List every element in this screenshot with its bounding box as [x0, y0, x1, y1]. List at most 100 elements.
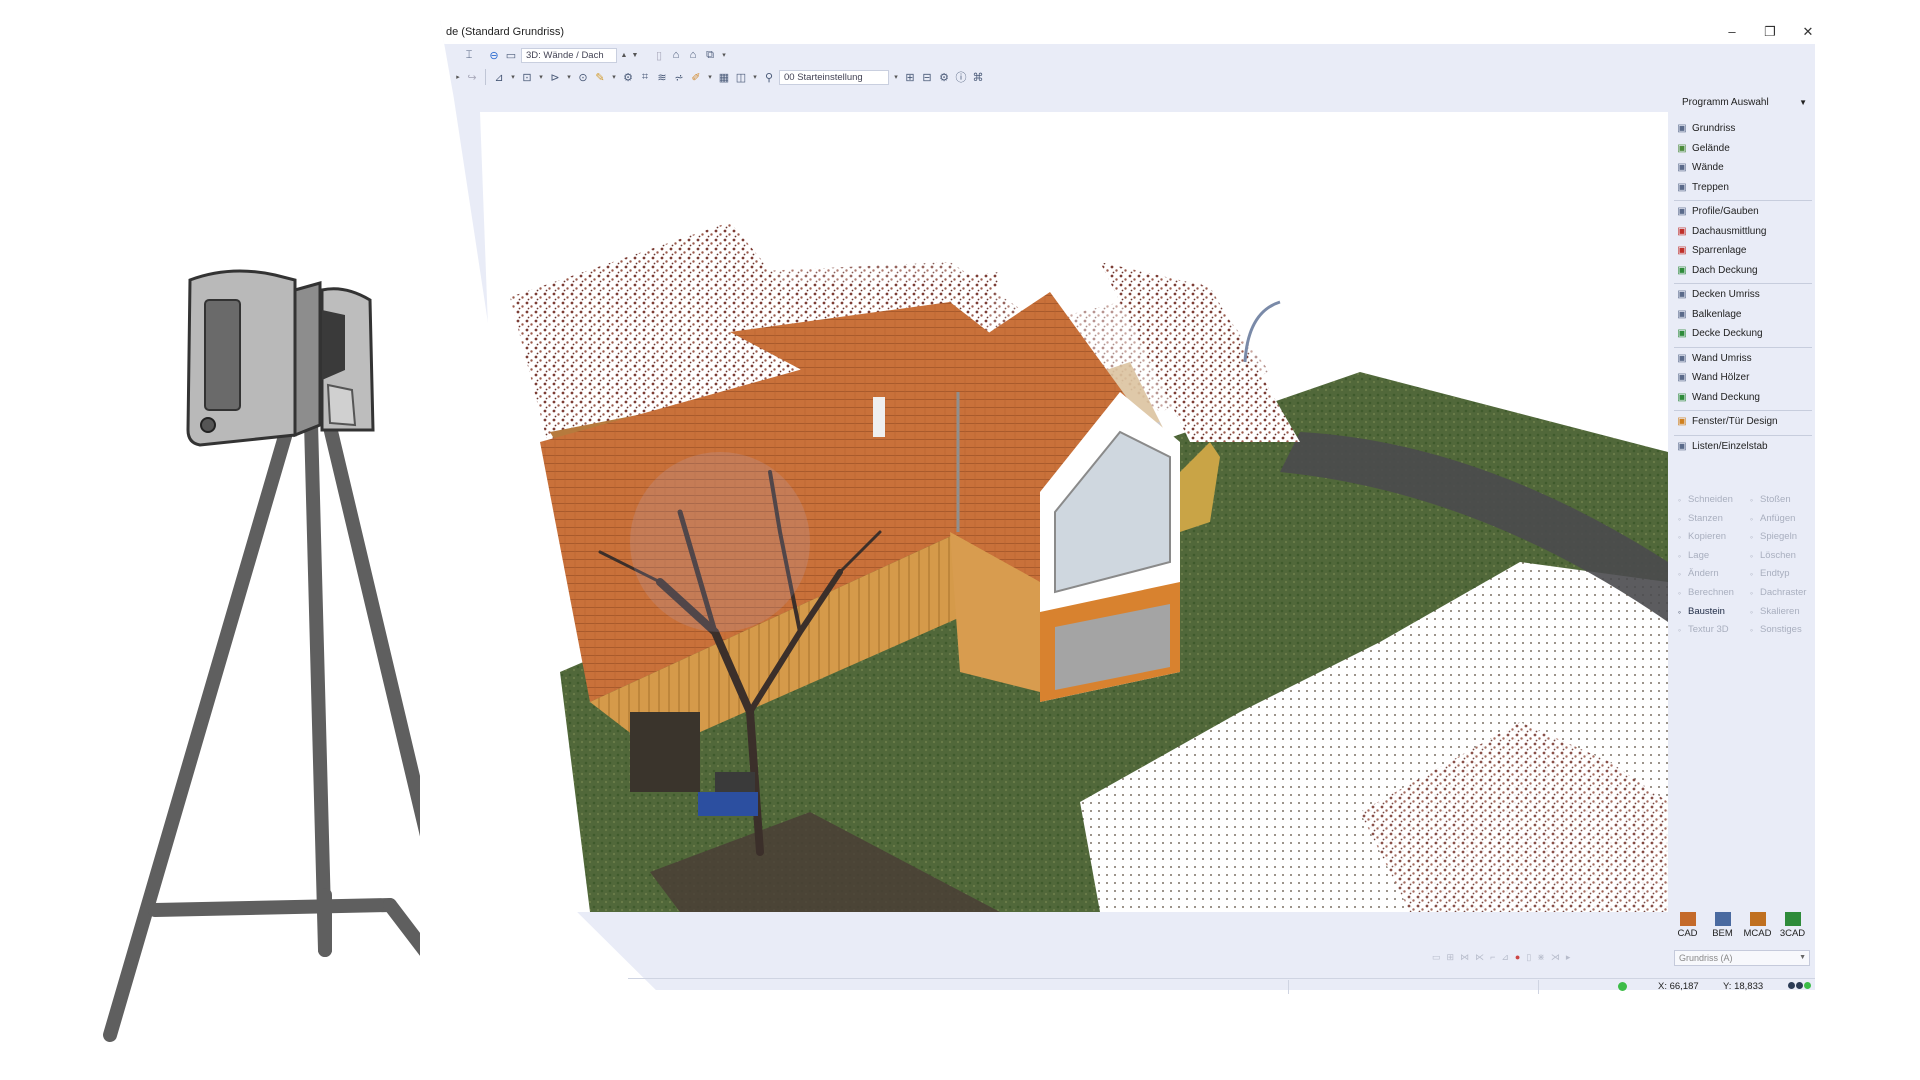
tool-icon[interactable]: ▭ [1432, 952, 1441, 963]
house-icon[interactable]: ⌂ [669, 48, 683, 62]
snap-dropdown-icon[interactable]: ▾ [509, 70, 517, 84]
panel-icon[interactable]: ◫ [734, 70, 748, 84]
down-arrow-icon[interactable]: ▼ [631, 48, 639, 62]
tool-icon[interactable]: ⊿ [1501, 952, 1509, 963]
settings-load-icon[interactable]: ⊟ [920, 70, 934, 84]
settings-icon[interactable]: ⚙ [937, 70, 951, 84]
layers-icon[interactable]: ⧉ [703, 48, 717, 62]
cursor-icon[interactable]: ⌶ [462, 48, 476, 62]
pencil-dropdown-icon[interactable]: ▾ [610, 70, 618, 84]
edit-tool[interactable]: ◦ Stoßen [1746, 492, 1791, 508]
tool-icon[interactable]: ⋇ [1537, 952, 1545, 963]
select-dropdown-icon[interactable]: ▾ [537, 70, 545, 84]
edit-tool[interactable]: ◦ Textur 3D [1674, 622, 1729, 638]
stairs-tool-icon[interactable]: ⩫ [672, 70, 686, 84]
redo-icon[interactable]: ↪ [465, 70, 479, 84]
highlight-dropdown-icon[interactable]: ▾ [706, 70, 714, 84]
edit-tool[interactable]: ◦ Stanzen [1674, 511, 1723, 527]
program-item-label: Dachausmittlung [1692, 225, 1767, 237]
3d-viewport[interactable] [480, 112, 1668, 912]
program-item[interactable]: ▣ Wand Umriss [1676, 350, 1810, 368]
program-item[interactable]: ▣ Dach Deckung [1676, 262, 1810, 280]
bem-icon [1714, 912, 1731, 926]
edit-tool[interactable]: ◦ Skalieren [1746, 604, 1800, 620]
tool-icon[interactable]: ⋊ [1551, 952, 1560, 963]
program-item[interactable]: ▣ Treppen [1676, 179, 1810, 197]
info-icon[interactable]: ⓘ [954, 70, 968, 84]
layers-dropdown-icon[interactable]: ▾ [720, 48, 728, 62]
edit-tool[interactable]: ◦ Spiegeln [1746, 529, 1797, 545]
preset-dropdown-icon[interactable]: ▾ [892, 70, 900, 84]
snap-icon[interactable]: ⊿ [492, 70, 506, 84]
edit-tool[interactable]: ◦ Lage [1674, 548, 1709, 564]
tool-icon[interactable]: ⌐ [1490, 952, 1495, 963]
floor-icon[interactable]: ▯ [652, 48, 666, 62]
close-button[interactable]: ✕ [1789, 20, 1815, 44]
edit-tool[interactable]: ◦ Dachraster [1746, 585, 1807, 601]
location-icon[interactable]: ⚲ [762, 70, 776, 84]
tool-icon[interactable]: ▸ [1566, 952, 1571, 963]
overflow-icon[interactable]: ▸ [454, 70, 462, 84]
edit-tool-label: Löschen [1760, 549, 1796, 561]
transform-icon[interactable]: ⊳ [548, 70, 562, 84]
view-sync-icon[interactable]: ⊖ [487, 48, 501, 62]
mode-button[interactable]: BEM [1705, 912, 1740, 952]
minimize-button[interactable]: – [1713, 20, 1751, 44]
target-icon[interactable]: ⊙ [576, 70, 590, 84]
copy-icon: ◦ [1677, 532, 1682, 543]
gear-cut-icon[interactable]: ⚙ [621, 70, 635, 84]
program-item[interactable]: ▣ Wand Hölzer [1676, 369, 1810, 387]
program-select[interactable]: Programm Auswahl ▼ [1670, 94, 1815, 112]
tool-icon[interactable]: ⋉ [1475, 952, 1484, 963]
panel-dropdown-icon[interactable]: ▾ [751, 70, 759, 84]
tool-icon[interactable]: ⋈ [1460, 952, 1469, 963]
edit-tool[interactable]: ◦ Kopieren [1674, 529, 1726, 545]
mode-button[interactable]: CAD [1670, 912, 1705, 952]
edit-tool[interactable]: ◦ Schneiden [1674, 492, 1733, 508]
view-combo[interactable]: 3D: Wände / Dach [521, 47, 617, 63]
calculator-icon[interactable]: ▦ [717, 70, 731, 84]
hatch-icon[interactable]: ≋ [655, 70, 669, 84]
tool-icon[interactable]: ⊞ [1447, 952, 1455, 963]
view-mode-icon[interactable]: ▭ [504, 48, 518, 62]
program-item-label: Treppen [1692, 181, 1729, 193]
program-item[interactable]: ▣ Wände [1676, 159, 1810, 177]
program-item-label: Wände [1692, 162, 1724, 173]
binoculars-icon[interactable]: ⌘ [971, 70, 985, 84]
tool-icon[interactable]: ▯ [1526, 952, 1531, 963]
up-arrow-icon[interactable]: ▲ [620, 48, 628, 62]
tool-icon[interactable]: ● [1515, 952, 1520, 963]
house-stack-icon[interactable]: ⌂ [686, 48, 700, 62]
maximize-button[interactable]: ❐ [1751, 20, 1789, 44]
pencil-icon[interactable]: ✎ [593, 70, 607, 84]
edit-tool[interactable]: ◦ Berechnen [1674, 585, 1734, 601]
program-item[interactable]: ▣ Balkenlage [1676, 306, 1810, 324]
plan-select[interactable]: Grundriss (A) ▼ [1674, 950, 1810, 966]
preset-combo[interactable]: 00 Starteinstellung [779, 69, 889, 85]
edit-tool[interactable]: ◦ Baustein [1674, 604, 1725, 620]
program-item[interactable]: ▣ Decken Umriss [1676, 286, 1810, 304]
edit-tool[interactable]: ◦ Sonstiges [1746, 622, 1802, 638]
mode-button[interactable]: MCAD [1740, 912, 1775, 952]
program-item[interactable]: ▣ Decke Deckung [1676, 325, 1810, 343]
select-icon[interactable]: ⊡ [520, 70, 534, 84]
edit-tool[interactable]: ◦ Ändern [1674, 566, 1719, 582]
edit-tool[interactable]: ◦ Anfügen [1746, 511, 1796, 527]
program-item[interactable]: ▣ Listen/Einzelstab [1676, 438, 1810, 456]
settings-save-icon[interactable]: ⊞ [903, 70, 917, 84]
program-item-label: Wand Hölzer [1692, 372, 1750, 383]
edit-tool[interactable]: ◦ Löschen [1746, 548, 1796, 564]
program-item[interactable]: ▣ Fenster/Tür Design [1676, 413, 1810, 431]
program-item[interactable]: ▣ Dachausmittlung [1676, 223, 1810, 241]
highlight-icon[interactable]: ✐ [689, 70, 703, 84]
program-item[interactable]: ▣ Grundriss [1676, 120, 1810, 138]
transform-dropdown-icon[interactable]: ▾ [565, 70, 573, 84]
program-item[interactable]: ▣ Profile/Gauben [1676, 203, 1810, 221]
program-item[interactable]: ▣ Sparrenlage [1676, 242, 1810, 260]
dimension-icon[interactable]: ⌗ [638, 70, 652, 84]
program-item[interactable]: ▣ Gelände [1676, 140, 1810, 158]
mode-button[interactable]: 3CAD [1775, 912, 1810, 952]
edit-tool[interactable]: ◦ Endtyp [1746, 566, 1790, 582]
program-item-label: Decken Umriss [1692, 289, 1760, 300]
program-item[interactable]: ▣ Wand Deckung [1676, 389, 1810, 407]
